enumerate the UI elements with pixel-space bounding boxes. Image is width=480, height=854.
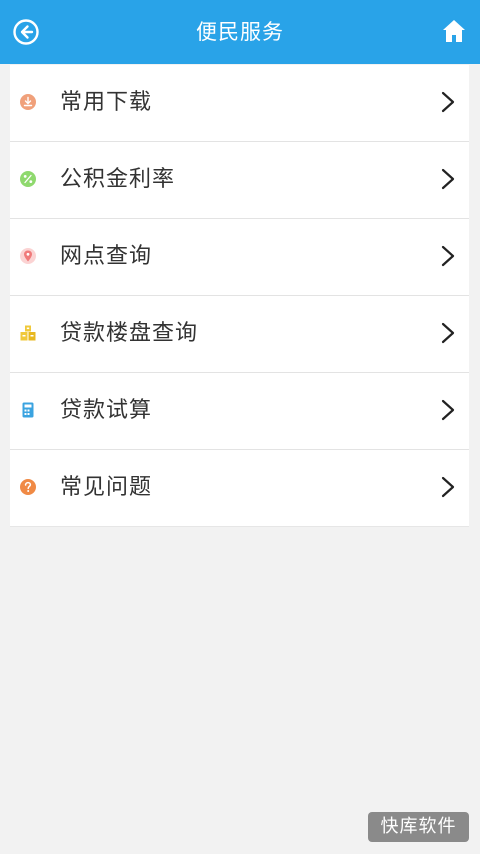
location-pin-icon [20, 248, 36, 264]
menu-item-label: 网点查询 [60, 244, 153, 269]
calculator-icon [22, 402, 34, 418]
chevron-right-icon [441, 399, 455, 421]
menu-item-fund-rate[interactable]: 公积金利率 [10, 142, 469, 219]
percent-icon [20, 171, 36, 187]
page-title: 便民服务 [196, 20, 284, 44]
menu-item-label: 贷款楼盘查询 [60, 321, 199, 346]
menu-item-downloads[interactable]: 常用下载 [10, 65, 469, 142]
menu-item-loan-calculator[interactable]: 贷款试算 [10, 373, 469, 450]
chevron-right-icon [441, 91, 455, 113]
chevron-right-icon [441, 168, 455, 190]
chevron-right-icon [441, 476, 455, 498]
menu-item-faq[interactable]: 常见问题 [10, 450, 469, 527]
service-list: 常用下载 公积金利率 网点查询 贷款楼盘查询 贷款试算 常见问题 [10, 65, 469, 527]
chevron-right-icon [441, 322, 455, 344]
menu-item-branch-search[interactable]: 网点查询 [10, 219, 469, 296]
menu-item-label: 公积金利率 [60, 167, 176, 192]
menu-item-label: 常见问题 [60, 475, 153, 500]
question-icon [20, 479, 36, 495]
menu-item-loan-property[interactable]: 贷款楼盘查询 [10, 296, 469, 373]
menu-item-label: 常用下载 [60, 90, 153, 115]
chevron-right-icon [441, 245, 455, 267]
header-bar: 便民服务 [0, 0, 480, 64]
download-icon [20, 94, 36, 110]
buildings-icon [20, 325, 36, 341]
home-icon[interactable] [440, 17, 468, 45]
watermark-badge: 快库软件 [368, 812, 469, 842]
menu-item-label: 贷款试算 [60, 398, 153, 423]
